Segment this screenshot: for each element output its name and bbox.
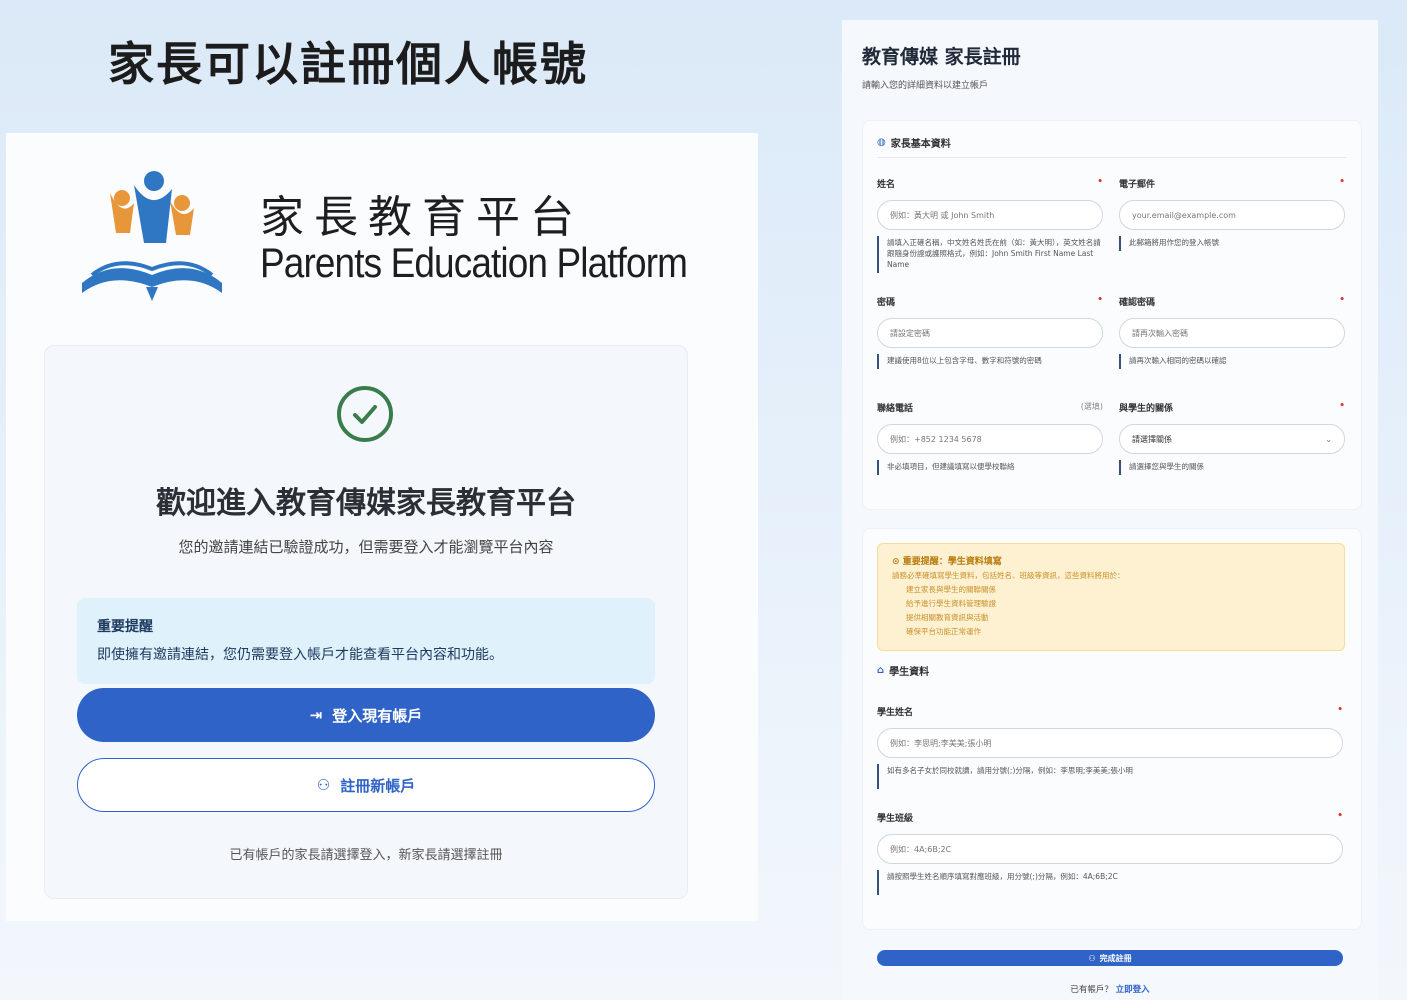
platform-logo	[72, 163, 232, 313]
login-icon: ⇥	[309, 706, 323, 724]
page-heading: 家長可以註冊個人帳號	[108, 37, 588, 91]
class-hint: 請按照學生姓名順序填寫對應班級，用分號(;)分隔，例如：4A;6B;2C	[877, 870, 1343, 895]
relation-field: 與學生的關係 • 請選擇關係 ⌄ 請選擇您與學生的關係	[1119, 401, 1345, 475]
confirm-placeholder: 請再次輸入密碼	[1132, 328, 1188, 338]
required-marker: •	[1097, 177, 1103, 187]
name-placeholder: 例如：黃大明 或 John Smith	[890, 210, 995, 220]
email-hint: 此郵箱將用作您的登入帳號	[1119, 236, 1345, 251]
register-button-label: 註冊新帳戶	[340, 776, 416, 795]
login-existing-button[interactable]: ⇥ 登入現有帳戶	[77, 688, 655, 742]
globe-icon: ◍	[877, 137, 886, 148]
relation-selected: 請選擇關係	[1132, 434, 1172, 444]
warning-title-text: 重要提醒：學生資料填寫	[902, 557, 1002, 567]
complete-registration-button[interactable]: ⚇ 完成註冊	[877, 950, 1343, 966]
warning-item: 給予進行學生資料管理驗證	[906, 599, 996, 608]
confirm-password-field: 確認密碼 • 請再次輸入密碼 請再次輸入相同的密碼以確認	[1119, 295, 1345, 369]
student-name-input[interactable]: 例如：李思明;李美美;張小明	[877, 728, 1343, 758]
relation-select[interactable]: 請選擇關係 ⌄	[1119, 424, 1345, 454]
student-section-title: 學生資料	[889, 667, 930, 678]
relation-label: 與學生的關係	[1119, 404, 1174, 414]
register-new-button[interactable]: ⚇ 註冊新帳戶	[77, 758, 655, 812]
student-section-header: ⌂ 學生資料	[877, 663, 929, 678]
student-name-field: 學生姓名 • 例如：李思明;李美美;張小明 如有多名子女於同校就讀，請用分號(;)…	[877, 705, 1343, 789]
email-field: 電子郵件 • your.email@example.com 此郵箱將用作您的登入帳…	[1119, 177, 1345, 251]
email-placeholder: your.email@example.com	[1132, 210, 1236, 220]
add-user-icon: ⚇	[1088, 953, 1096, 963]
phone-field: 聯絡電話 (選填) 例如：+852 1234 5678 非必填項目，但建議填寫以便…	[877, 401, 1103, 475]
student-name-label: 學生姓名	[877, 708, 914, 718]
student-class-field: 學生班級 • 例如：4A;6B;2C 請按照學生姓名順序填寫對應班級，用分號(;)…	[877, 811, 1343, 895]
password-input[interactable]: 請設定密碼	[877, 318, 1103, 348]
login-prompt-text: 已有帳戶？	[1070, 985, 1113, 995]
notice-body: 即使擁有邀請連結，您仍需要登入帳戶才能查看平台內容和功能。	[97, 647, 503, 663]
warning-item: 提供相關教育資訊與活動	[906, 613, 989, 622]
optional-tag: (選填)	[1080, 402, 1103, 411]
student-class-input[interactable]: 例如：4A;6B;2C	[877, 834, 1343, 864]
chevron-down-icon: ⌄	[1325, 434, 1332, 444]
email-input[interactable]: your.email@example.com	[1119, 200, 1345, 230]
login-now-link[interactable]: 立即登入	[1116, 985, 1150, 995]
registration-form-panel: 教育傳媒 家長註冊 請輸入您的詳細資料以建立帳戶 ◍ 家長基本資料 姓名 • 例如…	[842, 20, 1378, 1000]
form-subtitle: 請輸入您的詳細資料以建立帳戶	[862, 81, 989, 91]
parent-section-title: 家長基本資料	[890, 139, 951, 150]
phone-label: 聯絡電話	[877, 404, 914, 414]
book-people-logo-icon	[82, 171, 222, 301]
notice-title: 重要提醒	[97, 619, 153, 635]
add-user-icon: ⚇	[316, 776, 331, 794]
login-button-label: 登入現有帳戶	[332, 706, 423, 725]
name-hint: 請填入正確名稱，中文姓名姓氏在前（如：黃大明），英文姓名請跟隨身份證或護照格式，…	[877, 236, 1103, 273]
brand-name-zh: 家長教育平台	[260, 192, 584, 243]
phone-hint: 非必填項目，但建議填寫以便學校聯絡	[877, 460, 1103, 475]
warning-item: 建立家長與學生的關聯關係	[906, 585, 996, 594]
email-label: 電子郵件	[1119, 180, 1156, 190]
confirm-hint: 請再次輸入相同的密碼以確認	[1119, 354, 1345, 369]
warning-title: ⊙ 重要提醒：學生資料填寫	[892, 554, 1330, 567]
graduation-cap-icon: ⌂	[877, 665, 885, 676]
name-field: 姓名 • 例如：黃大明 或 John Smith 請填入正確名稱，中文姓名姓氏在前…	[877, 177, 1103, 273]
welcome-title: 歡迎進入教育傳媒家長教育平台	[156, 486, 576, 521]
form-title: 教育傳媒 家長註冊	[862, 46, 1021, 68]
password-hint: 建議使用8位以上包含字母、數字和符號的密碼	[877, 354, 1103, 369]
password-label: 密碼	[877, 298, 896, 308]
warning-intro: 請務必準確填寫學生資料，包括姓名、班級等資訊，這些資料將用於：	[892, 571, 1125, 580]
warning-icon: ⊙	[892, 557, 900, 567]
card-footer-text: 已有帳戶的家長請選擇登入，新家長請選擇註冊	[229, 848, 503, 863]
parent-info-section: ◍ 家長基本資料 姓名 • 例如：黃大明 或 John Smith 請填入正確名稱…	[862, 120, 1362, 510]
welcome-card: 歡迎進入教育傳媒家長教育平台 您的邀請連結已驗證成功，但需要登入才能瀏覽平台內容…	[44, 345, 688, 899]
submit-label: 完成註冊	[1099, 953, 1132, 963]
welcome-subtitle: 您的邀請連結已驗證成功，但需要登入才能瀏覽平台內容	[178, 538, 554, 556]
required-marker: •	[1337, 811, 1343, 821]
required-marker: •	[1339, 177, 1345, 187]
student-warning-box: ⊙ 重要提醒：學生資料填寫 請務必準確填寫學生資料，包括姓名、班級等資訊，這些資…	[877, 543, 1345, 651]
brand-name-en: Parents Education Platform	[260, 239, 688, 286]
password-field: 密碼 • 請設定密碼 建議使用8位以上包含字母、數字和符號的密碼	[877, 295, 1103, 369]
important-notice: 重要提醒 即使擁有邀請連結，您仍需要登入帳戶才能查看平台內容和功能。	[77, 598, 655, 684]
required-marker: •	[1339, 295, 1345, 305]
name-label: 姓名	[877, 180, 896, 190]
warning-item: 確保平台功能正常運作	[906, 627, 981, 636]
check-circle-icon	[337, 386, 393, 442]
class-label: 學生班級	[877, 814, 914, 824]
student-info-section: ⊙ 重要提醒：學生資料填寫 請務必準確填寫學生資料，包括姓名、班級等資訊，這些資…	[862, 528, 1362, 930]
name-input[interactable]: 例如：黃大明 或 John Smith	[877, 200, 1103, 230]
phone-input[interactable]: 例如：+852 1234 5678	[877, 424, 1103, 454]
confirm-label: 確認密碼	[1119, 298, 1156, 308]
login-prompt: 已有帳戶？ 立即登入	[842, 983, 1378, 995]
phone-placeholder: 例如：+852 1234 5678	[890, 434, 982, 444]
student-name-hint: 如有多名子女於同校就讀，請用分號(;)分隔，例如：李思明;李美美;張小明	[877, 764, 1343, 789]
section-divider	[877, 157, 1347, 158]
welcome-panel: 家長教育平台 Parents Education Platform 歡迎進入教育…	[6, 133, 758, 921]
confirm-password-input[interactable]: 請再次輸入密碼	[1119, 318, 1345, 348]
class-placeholder: 例如：4A;6B;2C	[890, 844, 952, 854]
required-marker: •	[1337, 705, 1343, 715]
relation-hint: 請選擇您與學生的關係	[1119, 460, 1345, 475]
student-name-placeholder: 例如：李思明;李美美;張小明	[890, 738, 992, 748]
required-marker: •	[1097, 295, 1103, 305]
parent-section-header: ◍ 家長基本資料	[877, 135, 951, 150]
required-marker: •	[1339, 401, 1345, 411]
password-placeholder: 請設定密碼	[890, 328, 930, 338]
